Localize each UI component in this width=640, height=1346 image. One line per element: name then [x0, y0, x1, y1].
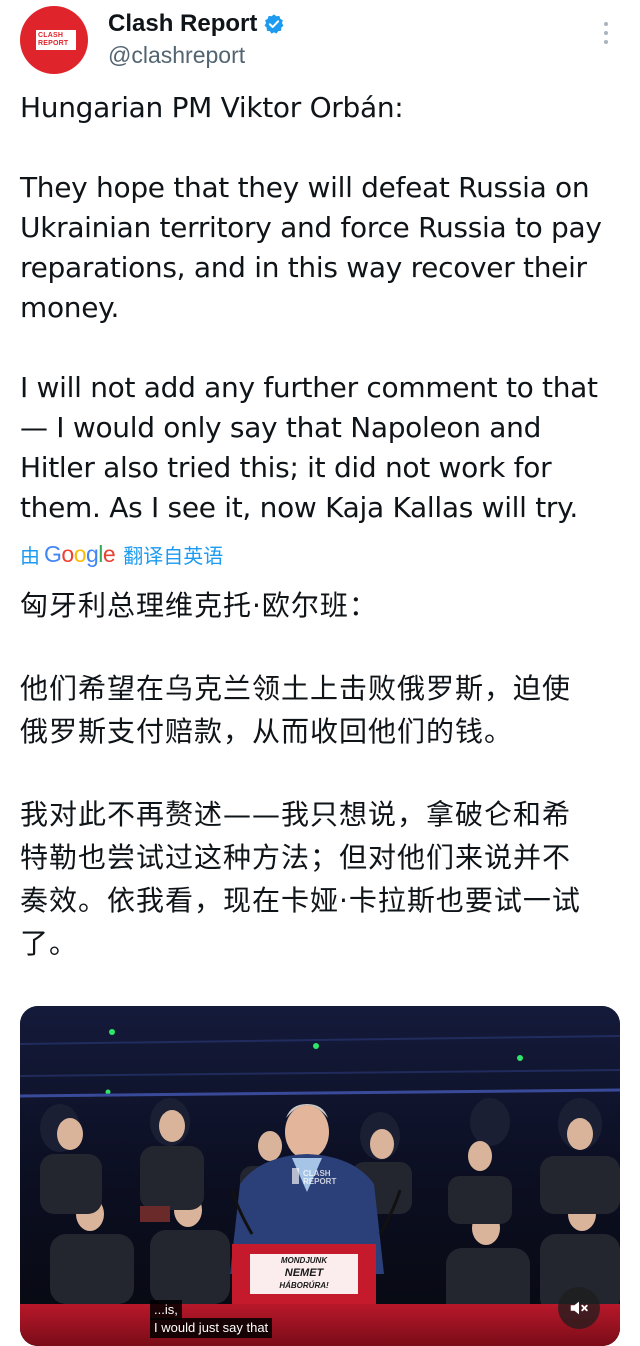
translation-source-label: 翻译自英语 [123, 545, 224, 568]
translated-line: 特勒也尝试过这种方法；但对他们来说并不 [20, 841, 572, 874]
translated-line: 了。 [20, 927, 79, 960]
verified-badge-icon [263, 13, 285, 35]
video-frame: MONDJUNK NEMET HÁBORÚRA! CLASH REPORT [20, 1006, 620, 1346]
tweet-line: reparations, and in this way recover the… [20, 251, 587, 284]
account-handle[interactable]: @clashreport [108, 40, 245, 70]
translated-line: 俄罗斯支付赔款，从而收回他们的钱。 [20, 715, 514, 748]
tweet-line: They hope that they will defeat Russia o… [20, 171, 590, 204]
speaker-muted-icon [570, 1301, 588, 1315]
avatar-logo-line2: REPORT [38, 40, 69, 47]
translation-attribution[interactable]: 由 Google 翻译自英语 [20, 538, 223, 570]
tweet-line: Hungarian PM Viktor Orbán: [20, 91, 404, 124]
tweet-line: Ukrainian territory and force Russia to … [20, 211, 602, 244]
video-player[interactable]: MONDJUNK NEMET HÁBORÚRA! CLASH REPORT ..… [20, 1006, 620, 1346]
translated-text: 匈牙利总理维克托·欧尔班： 他们希望在乌克兰领土上击败俄罗斯，迫使 俄罗斯支付赔… [20, 584, 620, 965]
display-name[interactable]: Clash Report [108, 8, 257, 40]
author-name-row[interactable]: Clash Report [108, 8, 285, 40]
avatar-logo-line1: CLASH [38, 32, 64, 39]
translated-line: 他们希望在乌克兰领土上击败俄罗斯，迫使 [20, 672, 572, 705]
translated-line: 我对此不再赘述——我只想说，拿破仑和希 [20, 798, 572, 831]
podium-text-line1: MONDJUNK [281, 1256, 328, 1265]
more-options-icon[interactable] [598, 22, 614, 48]
watermark-line2: REPORT [303, 1177, 336, 1186]
mute-button[interactable] [558, 1287, 600, 1329]
tweet-line: them. As I see it, now Kaja Kallas will … [20, 491, 579, 524]
tweet-text: Hungarian PM Viktor Orbán: They hope tha… [20, 88, 625, 528]
clash-report-logo: CLASH REPORT [36, 30, 76, 50]
podium-text-line3: HÁBORÚRA! [279, 1281, 329, 1290]
podium-text-line2: NEMET [285, 1267, 325, 1279]
translated-by-label: 由 [20, 545, 40, 568]
tweet-line: — I would only say that Napoleon and [20, 411, 542, 444]
tweet-line: Hitler also tried this; it did not work … [20, 451, 552, 484]
tweet-line: I will not add any further comment to th… [20, 371, 598, 404]
avatar[interactable]: CLASH REPORT [20, 6, 88, 74]
translated-line: 匈牙利总理维克托·欧尔班： [20, 589, 378, 622]
tweet-line: money. [20, 291, 120, 324]
translated-line: 奏效。依我看，现在卡娅·卡拉斯也要试一试 [20, 884, 581, 917]
video-subtitle-line: ...is, [150, 1300, 182, 1320]
video-subtitle-line: I would just say that [150, 1318, 273, 1338]
google-logo: Google [44, 540, 116, 567]
